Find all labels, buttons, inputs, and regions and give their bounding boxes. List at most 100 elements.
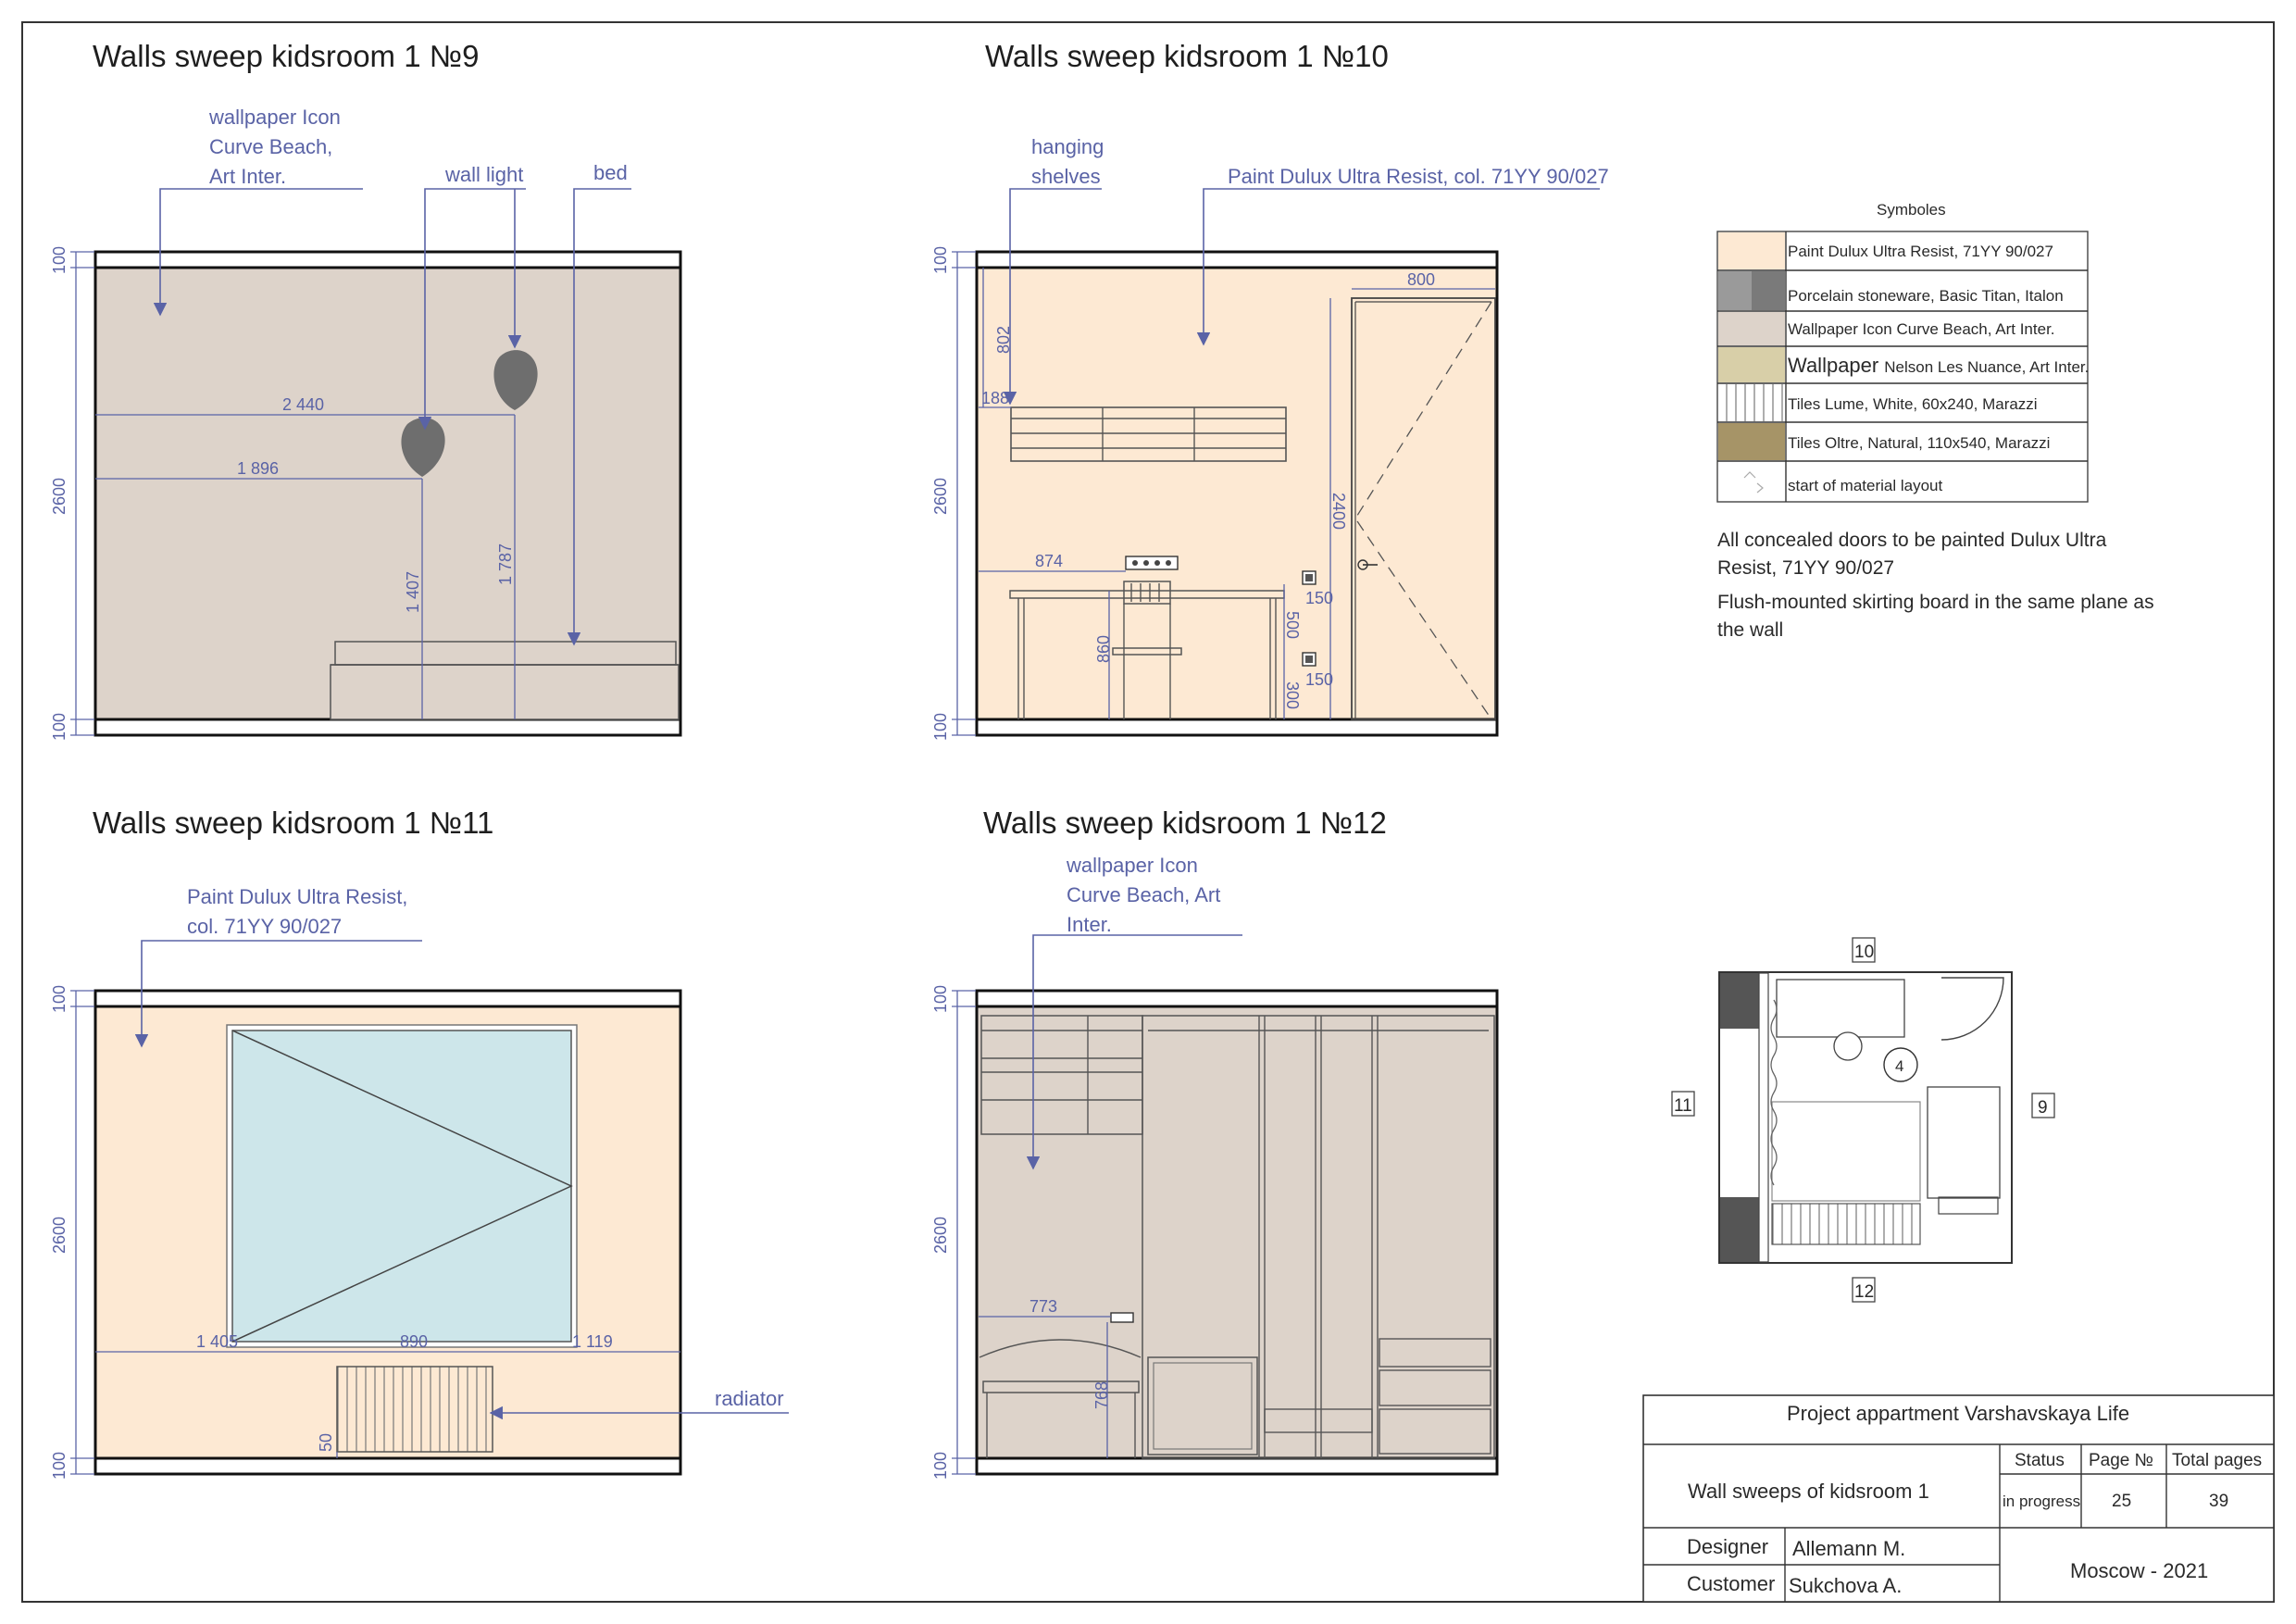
legend-title: Symboles xyxy=(1877,201,1946,219)
svg-text:2600: 2600 xyxy=(50,1217,69,1254)
desk-sockets xyxy=(1125,556,1179,570)
svg-text:100: 100 xyxy=(931,246,950,274)
svg-text:hanging: hanging xyxy=(1031,135,1104,158)
start-layout-icon xyxy=(1743,471,1764,493)
view-10-floor-band xyxy=(975,718,1499,737)
view-11: Walls sweep kidsroom 1 №11 100 2600 100 … xyxy=(50,806,789,1480)
view-9-dim-bottom: 100 xyxy=(50,713,69,741)
view-9-dim-top: 100 xyxy=(50,246,69,274)
view-10-height-dims: 100 2600 100 xyxy=(931,246,976,741)
svg-text:50: 50 xyxy=(317,1433,335,1452)
view-9-dim-2440: 2 440 xyxy=(282,395,324,414)
svg-text:wallpaper Icon: wallpaper Icon xyxy=(208,106,341,129)
svg-text:890: 890 xyxy=(400,1332,428,1351)
svg-text:radiator: radiator xyxy=(715,1387,784,1410)
svg-text:100: 100 xyxy=(931,1452,950,1480)
view-11-title: Walls sweep kidsroom 1 №11 xyxy=(93,806,493,840)
view-9-height-dims: 100 2600 100 xyxy=(50,246,94,741)
svg-text:188: 188 xyxy=(981,389,1009,407)
customer-value: Sukchova A. xyxy=(1789,1574,1902,1597)
view-10-title: Walls sweep kidsroom 1 №10 xyxy=(985,39,1389,73)
view-9-dim-1787: 1 787 xyxy=(496,543,515,585)
svg-text:874: 874 xyxy=(1035,552,1063,570)
view-12-socket xyxy=(1110,1312,1134,1323)
svg-text:773: 773 xyxy=(1029,1297,1057,1316)
svg-text:100: 100 xyxy=(931,985,950,1013)
svg-text:2400: 2400 xyxy=(1329,493,1348,530)
svg-text:Inter.: Inter. xyxy=(1067,913,1112,936)
svg-text:col. 71YY 90/027: col. 71YY 90/027 xyxy=(187,915,342,938)
project-name: Project appartment Varshavskaya Life xyxy=(1787,1402,2129,1425)
svg-text:Art Inter.: Art Inter. xyxy=(209,165,286,188)
legend-swatch-wallpaper-curve xyxy=(1718,312,1785,345)
legend-swatch-tiles-lume xyxy=(1718,384,1785,421)
view-9-dim-1407: 1 407 xyxy=(404,571,422,613)
legend-label-1: Paint Dulux Ultra Resist, 71YY 90/027 xyxy=(1788,243,2053,260)
svg-text:300: 300 xyxy=(1283,681,1302,709)
page-value: 25 xyxy=(2112,1492,2131,1511)
svg-text:All concealed doors to be pain: All concealed doors to be painted Dulux … xyxy=(1717,530,2107,551)
svg-text:800: 800 xyxy=(1407,270,1435,289)
plan-label-right: 9 xyxy=(2038,1098,2048,1118)
svg-text:wallpaper Icon: wallpaper Icon xyxy=(1066,854,1198,877)
view-9-title: Walls sweep kidsroom 1 №9 xyxy=(93,39,479,73)
view-9-dim-1896: 1 896 xyxy=(237,459,279,478)
svg-text:shelves: shelves xyxy=(1031,165,1101,188)
view-9-wall xyxy=(94,250,682,737)
page-label: Page № xyxy=(2089,1451,2153,1470)
room-number: 4 xyxy=(1895,1057,1903,1075)
view-11-floor-band xyxy=(94,1456,682,1476)
view-11-ceiling-band xyxy=(94,989,682,1008)
svg-text:Paint Dulux Ultra Resist,: Paint Dulux Ultra Resist, xyxy=(187,885,407,908)
svg-text:100: 100 xyxy=(50,1452,69,1480)
view-10-ceiling-band xyxy=(975,250,1499,269)
svg-text:500: 500 xyxy=(1283,611,1302,639)
svg-text:bed: bed xyxy=(593,161,628,184)
city-year: Moscow - 2021 xyxy=(2070,1559,2208,1582)
svg-text:Resist, 71YY 90/027: Resist, 71YY 90/027 xyxy=(1717,557,1894,579)
legend-swatch-tiles-oltre xyxy=(1718,423,1785,460)
svg-text:768: 768 xyxy=(1092,1381,1111,1409)
svg-text:Curve Beach, Art: Curve Beach, Art xyxy=(1067,883,1220,906)
radiator xyxy=(336,1366,493,1453)
plan-label-bottom: 12 xyxy=(1854,1282,1874,1302)
view-12: Walls sweep kidsroom 1 №12 100 2600 100 … xyxy=(931,806,1499,1480)
general-notes: All concealed doors to be painted Dulux … xyxy=(1717,530,2154,641)
svg-text:150: 150 xyxy=(1305,670,1333,689)
svg-text:2600: 2600 xyxy=(931,478,950,515)
legend-label-2: Porcelain stoneware, Basic Titan, Italon xyxy=(1788,287,2064,305)
total-label: Total pages xyxy=(2172,1451,2262,1470)
title-block: Project appartment Varshavskaya Life Wal… xyxy=(1642,1394,2275,1603)
legend-label-4: Wallpaper Nelson Les Nuance, Art Inter. xyxy=(1788,354,2089,377)
total-value: 39 xyxy=(2209,1492,2228,1511)
legend-label-7: start of material layout xyxy=(1788,477,1943,494)
svg-text:100: 100 xyxy=(50,985,69,1013)
view-12-title: Walls sweep kidsroom 1 №12 xyxy=(983,806,1387,840)
status-label: Status xyxy=(2015,1451,2065,1470)
key-plan: 4 10 9 12 11 xyxy=(1671,937,2055,1303)
view-12-wall xyxy=(975,989,1499,1476)
sheet-name: Wall sweeps of kidsroom 1 xyxy=(1688,1480,1929,1503)
legend-label-5: Tiles Lume, White, 60x240, Marazzi xyxy=(1788,395,2038,413)
view-12-ceiling-band xyxy=(975,989,1499,1008)
svg-text:1 405: 1 405 xyxy=(196,1332,238,1351)
plan-label-left: 11 xyxy=(1674,1096,1692,1116)
svg-text:2600: 2600 xyxy=(931,1217,950,1254)
legend-label-3: Wallpaper Icon Curve Beach, Art Inter. xyxy=(1788,320,2055,338)
status-value: in progress xyxy=(2003,1493,2080,1510)
view-11-height-dims: 100 2600 100 xyxy=(50,985,94,1480)
view-9-floor-band xyxy=(94,718,682,737)
svg-text:1 119: 1 119 xyxy=(572,1332,613,1351)
view-9: Walls sweep kidsroom 1 №9 100 2600 100 2… xyxy=(50,39,682,741)
legend-label-6: Tiles Oltre, Natural, 110x540, Marazzi xyxy=(1788,434,2050,452)
svg-text:Curve Beach,: Curve Beach, xyxy=(209,135,332,158)
svg-text:wall light: wall light xyxy=(444,163,523,186)
drawing-sheet: Walls sweep kidsroom 1 №9 100 2600 100 2… xyxy=(21,21,2275,1603)
plan-label-top: 10 xyxy=(1854,943,1874,962)
view-9-ceiling-band xyxy=(94,250,682,269)
designer-label: Designer xyxy=(1687,1535,1768,1558)
svg-text:the wall: the wall xyxy=(1717,619,1783,641)
view-12-floor-band xyxy=(975,1456,1499,1476)
window xyxy=(226,1024,578,1348)
view-10-wall xyxy=(975,250,1499,737)
